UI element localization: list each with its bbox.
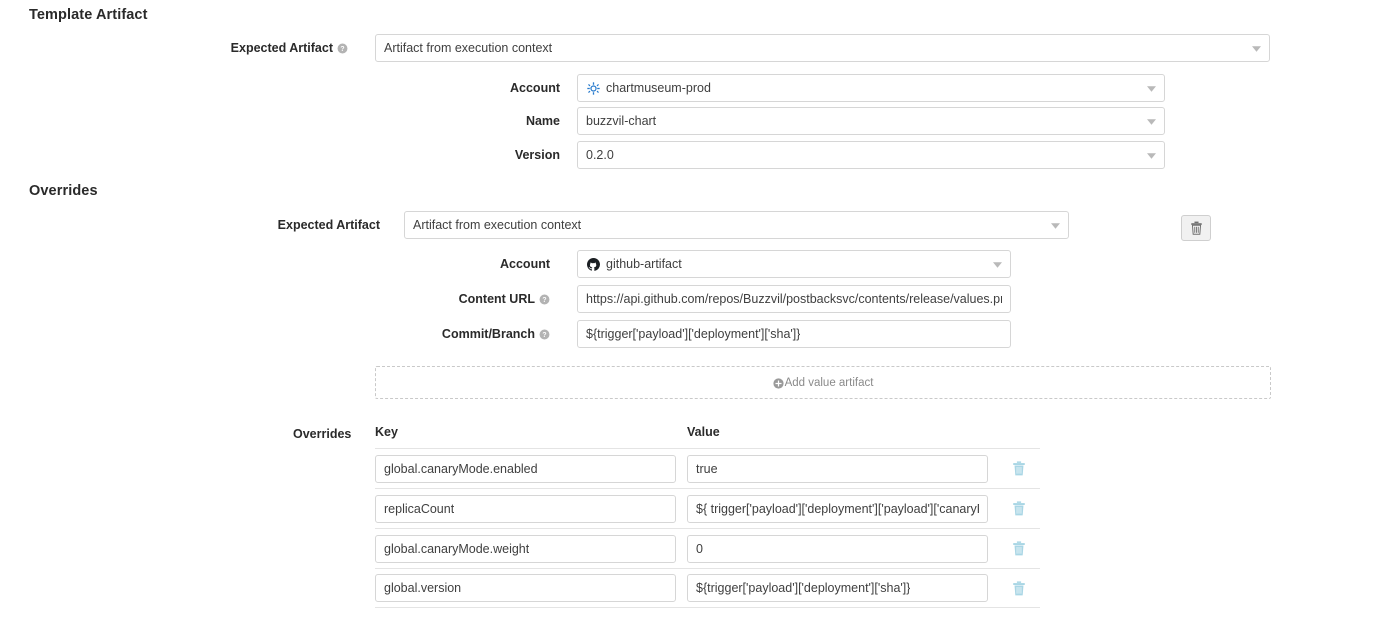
cell-delete <box>999 461 1039 476</box>
table-row: global.canaryMode.enabled true <box>375 448 1040 488</box>
template-expected-artifact-value: Artifact from execution context <box>384 41 552 55</box>
table-row: replicaCount ${ trigger['payload']['depl… <box>375 488 1040 528</box>
overrides-account-select[interactable]: github-artifact <box>577 250 1011 278</box>
template-account-label: Account <box>430 81 560 95</box>
overrides-expected-artifact-value: Artifact from execution context <box>413 218 581 232</box>
cell-key: global.canaryMode.weight <box>375 535 687 563</box>
label-text: Content URL <box>459 292 535 306</box>
override-key-input[interactable]: global.version <box>375 574 676 602</box>
template-artifact-section-title: Template Artifact <box>29 7 148 23</box>
cell-key: replicaCount <box>375 495 687 523</box>
template-name-select[interactable]: buzzvil-chart <box>577 107 1165 135</box>
trash-icon[interactable] <box>1012 461 1026 476</box>
chevron-down-icon <box>1051 223 1060 229</box>
overrides-content-url-row: Content URL ? https://api.github.com/rep… <box>400 285 1011 313</box>
chevron-down-icon <box>1252 46 1261 52</box>
override-key-input[interactable]: replicaCount <box>375 495 676 523</box>
table-header-row: Key Value <box>375 425 1040 448</box>
template-name-label: Name <box>430 114 560 128</box>
template-expected-artifact-label: Expected Artifact ? <box>240 41 348 55</box>
override-key-value: global.canaryMode.enabled <box>384 462 538 476</box>
overrides-commit-branch-label: Commit/Branch ? <box>400 327 550 341</box>
overrides-content-url-label: Content URL ? <box>400 292 550 306</box>
overrides-content-url-input[interactable]: https://api.github.com/repos/Buzzvil/pos… <box>577 285 1011 313</box>
table-row: global.canaryMode.weight 0 <box>375 528 1040 568</box>
column-header-key: Key <box>375 425 687 439</box>
override-value-input[interactable]: ${trigger['payload']['deployment']['sha'… <box>687 574 988 602</box>
override-value-input[interactable]: ${ trigger['payload']['deployment']['pay… <box>687 495 988 523</box>
template-name-row: Name buzzvil-chart <box>430 107 1165 135</box>
overrides-account-row: Account github-artifact <box>400 250 1011 278</box>
cell-delete <box>999 501 1039 516</box>
remove-expected-artifact-button[interactable] <box>1181 215 1211 241</box>
template-version-row: Version 0.2.0 <box>430 141 1165 169</box>
override-key-value: global.version <box>384 581 461 595</box>
cell-delete <box>999 541 1039 556</box>
template-account-row: Account chartmuseum-prod <box>430 74 1165 102</box>
cell-value: 0 <box>687 535 999 563</box>
overrides-account-value: github-artifact <box>606 257 682 271</box>
add-value-artifact-button[interactable]: Add value artifact <box>375 366 1271 399</box>
add-value-artifact-label: Add value artifact <box>785 377 874 389</box>
table-row: global.version ${trigger['payload']['dep… <box>375 568 1040 608</box>
override-value-value: true <box>696 462 718 476</box>
overrides-account-label: Account <box>400 257 550 271</box>
chevron-down-icon <box>1147 86 1156 92</box>
overrides-content-url-value: https://api.github.com/repos/Buzzvil/pos… <box>586 292 1002 306</box>
overrides-commit-branch-value: ${trigger['payload']['deployment']['sha'… <box>586 327 800 341</box>
overrides-commit-branch-row: Commit/Branch ? ${trigger['payload']['de… <box>400 320 1011 348</box>
override-key-value: replicaCount <box>384 502 454 516</box>
override-value-value: 0 <box>696 542 703 556</box>
template-name-value: buzzvil-chart <box>586 114 656 128</box>
trash-icon[interactable] <box>1012 581 1026 596</box>
trash-icon <box>1190 221 1203 235</box>
cell-delete <box>999 581 1039 596</box>
chevron-down-icon <box>1147 153 1156 159</box>
template-account-select[interactable]: chartmuseum-prod <box>577 74 1165 102</box>
override-value-value: ${ trigger['payload']['deployment']['pay… <box>696 502 979 516</box>
template-version-select[interactable]: 0.2.0 <box>577 141 1165 169</box>
svg-text:?: ? <box>542 331 546 338</box>
override-key-input[interactable]: global.canaryMode.weight <box>375 535 676 563</box>
overrides-table-row-label: Overrides <box>293 427 351 441</box>
template-expected-artifact-select[interactable]: Artifact from execution context <box>375 34 1270 62</box>
column-header-value: Value <box>687 425 999 439</box>
override-value-value: ${trigger['payload']['deployment']['sha'… <box>696 581 910 595</box>
chevron-down-icon <box>993 262 1002 268</box>
template-version-value: 0.2.0 <box>586 148 614 162</box>
help-circle-icon[interactable]: ? <box>539 329 550 340</box>
help-circle-icon[interactable]: ? <box>337 43 348 54</box>
overrides-expected-artifact-label: Expected Artifact <box>280 218 380 232</box>
overrides-expected-artifact-select[interactable]: Artifact from execution context <box>404 211 1069 239</box>
template-version-label: Version <box>430 148 560 162</box>
trash-icon[interactable] <box>1012 501 1026 516</box>
helm-chart-icon <box>586 81 600 95</box>
svg-text:?: ? <box>542 296 546 303</box>
override-key-input[interactable]: global.canaryMode.enabled <box>375 455 676 483</box>
template-expected-artifact-row: Expected Artifact ? Artifact from execut… <box>240 34 1270 62</box>
trash-icon[interactable] <box>1012 541 1026 556</box>
label-text: Commit/Branch <box>442 327 535 341</box>
plus-circle-icon <box>773 378 784 389</box>
cell-value: true <box>687 455 999 483</box>
help-circle-icon[interactable]: ? <box>539 294 550 305</box>
svg-text:?: ? <box>340 45 344 52</box>
github-icon <box>586 257 600 271</box>
overrides-commit-branch-input[interactable]: ${trigger['payload']['deployment']['sha'… <box>577 320 1011 348</box>
template-account-value: chartmuseum-prod <box>606 81 711 95</box>
cell-key: global.version <box>375 574 687 602</box>
chevron-down-icon <box>1147 119 1156 125</box>
cell-value: ${trigger['payload']['deployment']['sha'… <box>687 574 999 602</box>
cell-value: ${ trigger['payload']['deployment']['pay… <box>687 495 999 523</box>
overrides-expected-artifact-row: Expected Artifact Artifact from executio… <box>280 211 1069 239</box>
overrides-key-value-table: Key Value global.canaryMode.enabled true <box>375 425 1040 608</box>
override-key-value: global.canaryMode.weight <box>384 542 529 556</box>
cell-key: global.canaryMode.enabled <box>375 455 687 483</box>
override-value-input[interactable]: 0 <box>687 535 988 563</box>
override-value-input[interactable]: true <box>687 455 988 483</box>
overrides-section-title: Overrides <box>29 183 98 199</box>
label-text: Expected Artifact <box>231 41 333 55</box>
